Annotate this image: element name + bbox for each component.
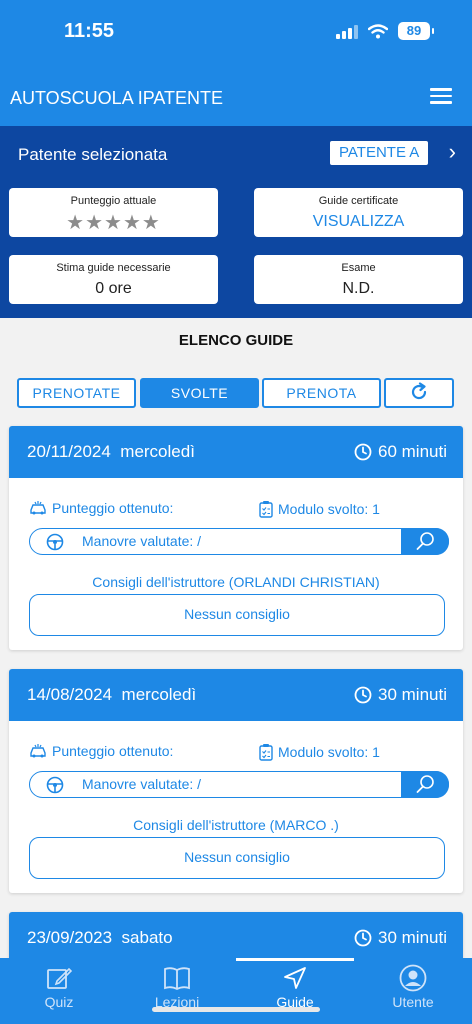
exam-label: Esame bbox=[341, 262, 376, 274]
clock-icon bbox=[354, 929, 372, 947]
wifi-icon bbox=[368, 23, 388, 38]
score-obtained: Punteggio ottenuto: bbox=[29, 500, 173, 516]
chevron-right-icon[interactable]: › bbox=[449, 141, 456, 163]
app-header: AUTOSCUOLA IPATENTE bbox=[0, 64, 472, 126]
nav-quiz[interactable]: Quiz bbox=[0, 964, 118, 1010]
steering-wheel-icon bbox=[46, 533, 64, 551]
status-time: 11:55 bbox=[64, 20, 115, 42]
maneuvers-text: Manovre valutate: / bbox=[82, 533, 202, 549]
tab-svolte[interactable]: SVOLTE bbox=[140, 378, 259, 408]
active-tab-indicator bbox=[236, 958, 354, 961]
menu-icon[interactable] bbox=[430, 88, 452, 104]
clock-icon bbox=[354, 443, 372, 461]
score-obtained: Punteggio ottenuto: bbox=[29, 743, 173, 759]
book-icon bbox=[164, 967, 190, 991]
instructor-advice: Nessun consiglio bbox=[29, 837, 445, 879]
certified-label: Guide certificate bbox=[318, 195, 399, 207]
nav-guide[interactable]: Guide bbox=[236, 964, 354, 1010]
clipboard-icon bbox=[259, 501, 273, 518]
nav-lezioni[interactable]: Lezioni bbox=[118, 964, 236, 1010]
user-icon bbox=[399, 964, 427, 992]
maneuvers-field[interactable]: Manovre valutate: / bbox=[29, 771, 449, 798]
guide-header: 23/09/2023 sabato 30 minuti bbox=[9, 912, 463, 964]
home-indicator bbox=[152, 1007, 320, 1012]
view-certified-link[interactable]: VISUALIZZA bbox=[254, 213, 463, 231]
license-selector[interactable]: PATENTE A bbox=[330, 141, 429, 165]
rating-stars: ★★★★★ bbox=[66, 212, 161, 234]
bottom-nav: Quiz Lezioni Guide Utente bbox=[0, 958, 472, 1024]
status-bar: 11:55 89 bbox=[0, 0, 472, 64]
estimate-label: Stima guide necessarie bbox=[56, 262, 171, 274]
tab-prenota[interactable]: PRENOTA bbox=[262, 378, 381, 408]
steering-wheel-icon bbox=[46, 776, 64, 794]
estimate-card: Stima guide necessarie 0 ore bbox=[9, 255, 218, 304]
module-done: Modulo svolto: 1 bbox=[259, 743, 380, 761]
navigation-arrow-icon bbox=[284, 967, 306, 989]
guide-date: 20/11/2024 mercoledì bbox=[27, 442, 195, 461]
license-label: Patente selezionata bbox=[18, 145, 168, 164]
refresh-icon bbox=[411, 382, 427, 400]
instructor-advice-label: Consigli dell'istruttore (MARCO .) bbox=[133, 817, 339, 833]
maneuvers-search-button[interactable] bbox=[401, 771, 449, 798]
guide-card: 20/11/2024 mercoledì 60 minuti Punteggio… bbox=[9, 426, 463, 650]
search-icon bbox=[416, 532, 434, 550]
clock-icon bbox=[354, 686, 372, 704]
search-icon bbox=[416, 775, 434, 793]
license-panel: Patente selezionata PATENTE A › Punteggi… bbox=[0, 126, 472, 318]
clipboard-icon bbox=[259, 744, 273, 761]
section-title: ELENCO GUIDE bbox=[178, 332, 294, 349]
instructor-advice-label: Consigli dell'istruttore (ORLANDI CHRIST… bbox=[92, 574, 380, 590]
signal-icon bbox=[336, 23, 358, 39]
guide-date: 14/08/2024 mercoledì bbox=[27, 685, 197, 704]
car-icon bbox=[30, 501, 46, 515]
instructor-advice: Nessun consiglio bbox=[29, 594, 445, 636]
nav-utente[interactable]: Utente bbox=[354, 964, 472, 1010]
app-title: AUTOSCUOLA IPATENTE bbox=[10, 88, 224, 108]
guide-date: 23/09/2023 sabato bbox=[27, 928, 173, 947]
estimate-value: 0 ore bbox=[95, 280, 132, 297]
exam-value: N.D. bbox=[342, 280, 375, 297]
guide-duration: 30 minuti bbox=[354, 685, 447, 705]
module-done: Modulo svolto: 1 bbox=[259, 500, 380, 518]
maneuvers-field[interactable]: Manovre valutate: / bbox=[29, 528, 449, 555]
status-icons: 89 bbox=[336, 22, 434, 40]
guide-duration: 60 minuti bbox=[354, 442, 447, 462]
exam-card: Esame N.D. bbox=[254, 255, 463, 304]
guide-header: 14/08/2024 mercoledì 30 minuti bbox=[9, 669, 463, 721]
guide-header: 20/11/2024 mercoledì 60 minuti bbox=[9, 426, 463, 478]
guide-card: 14/08/2024 mercoledì 30 minuti Punteggio… bbox=[9, 669, 463, 893]
battery-icon: 89 bbox=[398, 22, 434, 40]
score-card: Punteggio attuale ★★★★★ bbox=[9, 188, 218, 237]
tab-prenotate[interactable]: PRENOTATE bbox=[17, 378, 136, 408]
certified-card[interactable]: Guide certificate VISUALIZZA bbox=[254, 188, 463, 237]
edit-icon bbox=[47, 967, 73, 989]
maneuvers-search-button[interactable] bbox=[401, 528, 449, 555]
refresh-button[interactable] bbox=[384, 378, 454, 408]
guide-duration: 30 minuti bbox=[354, 928, 447, 948]
car-icon bbox=[30, 744, 46, 758]
score-label: Punteggio attuale bbox=[70, 195, 157, 207]
maneuvers-text: Manovre valutate: / bbox=[82, 776, 202, 792]
